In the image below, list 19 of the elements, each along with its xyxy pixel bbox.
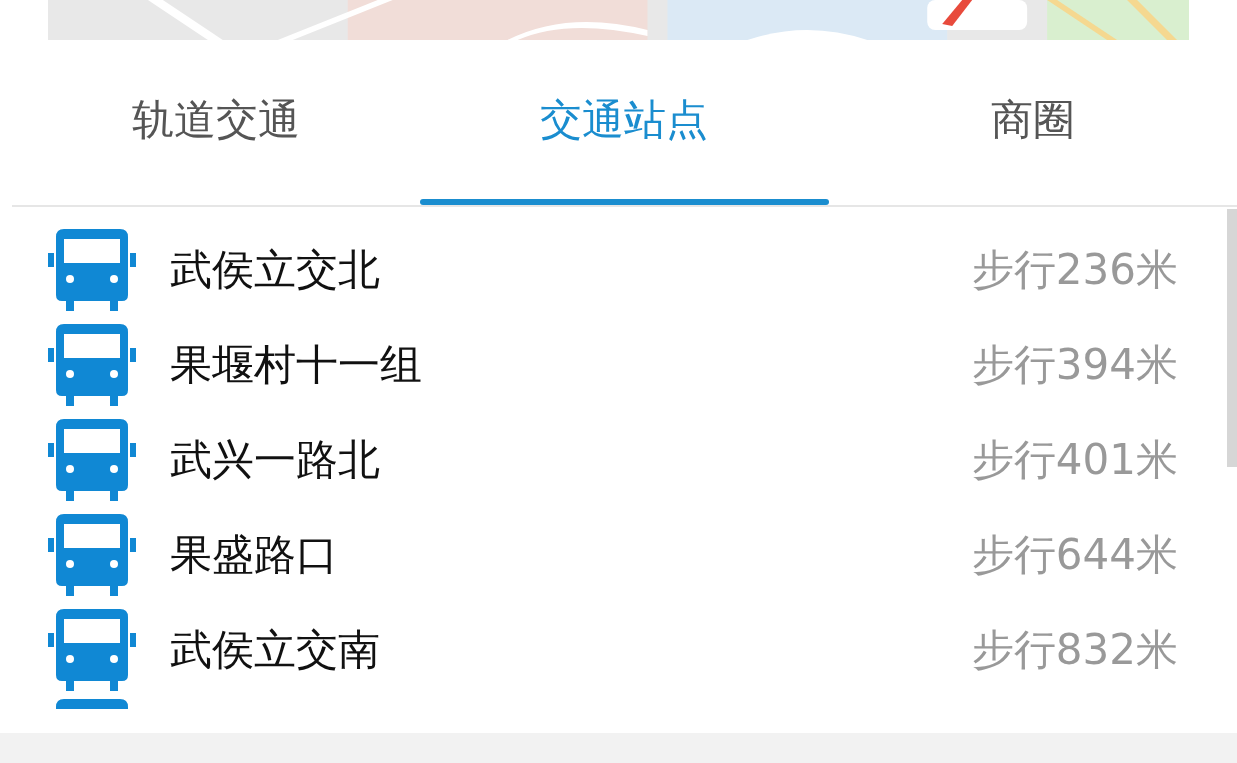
bus-icon	[48, 513, 136, 596]
scrollbar[interactable]	[1227, 209, 1237, 467]
bus-icon	[48, 228, 136, 311]
station-name: 武兴一路北	[170, 434, 380, 486]
walking-distance: 步行644米	[971, 529, 1178, 581]
bus-icon	[48, 608, 136, 691]
station-name: 果盛路口	[170, 529, 338, 581]
walking-distance: 步行236米	[971, 244, 1178, 296]
station-name: 武侯立交南	[170, 624, 380, 676]
walking-distance: 步行394米	[971, 339, 1178, 391]
bus-icon	[48, 418, 136, 501]
station-name: 果堰村十一组	[170, 339, 422, 391]
tab[interactable]: 交通站点	[534, 98, 715, 141]
station-name: 武侯立交北	[170, 244, 380, 296]
tab[interactable]: 商圈	[984, 98, 1081, 141]
walking-distance: 步行832米	[971, 624, 1178, 676]
walking-distance: 步行401米	[971, 434, 1178, 486]
tab[interactable]: 轨道交通	[126, 98, 307, 141]
bus-icon	[48, 323, 136, 406]
